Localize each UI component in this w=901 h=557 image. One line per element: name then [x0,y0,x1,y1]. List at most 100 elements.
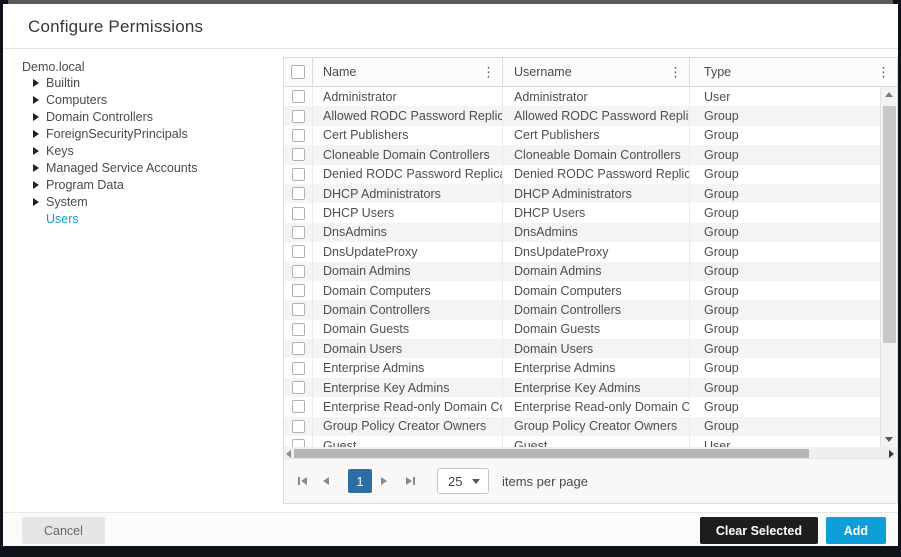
cell-type: Group [704,283,739,298]
cell-username: Enterprise Read-only Domain Co... [503,397,690,417]
cell-username: Administrator [503,87,690,107]
expand-caret-icon[interactable] [33,129,39,138]
column-header-name[interactable]: Name ⋮ [313,58,503,86]
table-row[interactable]: DHCP Users DHCP Users Group [284,203,880,223]
table-row[interactable]: Denied RODC Password Replicati... Denied… [284,164,880,184]
column-menu-icon[interactable]: ⋮ [482,66,495,79]
table-row[interactable]: DnsAdmins DnsAdmins Group [284,222,880,243]
cell-username: Domain Controllers [503,300,690,320]
expand-caret-icon[interactable] [33,95,39,104]
row-checkbox[interactable] [291,381,305,395]
tree-item-program-data[interactable]: Program Data [33,176,283,193]
row-checkbox[interactable] [291,167,305,181]
tree-item-label: Computers [46,92,108,107]
table-row[interactable]: Cloneable Domain Controllers Cloneable D… [284,145,880,165]
tree-item-users[interactable]: Users [33,210,283,227]
cell-type: Group [704,206,739,221]
row-checkbox[interactable] [291,361,305,375]
table-row[interactable]: Enterprise Key Admins Enterprise Key Adm… [284,377,880,398]
cell-username: Allowed RODC Password Replica... [503,106,690,126]
expand-caret-icon[interactable] [33,163,39,172]
cell-username: Guest [503,436,690,447]
table-row[interactable]: Guest Guest User [284,436,880,447]
row-checkbox[interactable] [291,225,305,239]
tree-item-managed-service-accounts[interactable]: Managed Service Accounts [33,159,283,176]
cell-name: Domain Admins [313,261,503,281]
dialog-title: Configure Permissions [28,17,204,36]
add-button[interactable]: Add [825,517,886,544]
expand-caret-icon[interactable] [33,112,39,121]
prev-page-button[interactable] [323,477,339,485]
items-per-page-label: items per page [502,473,588,489]
row-checkbox[interactable] [291,342,305,356]
cell-username: Enterprise Key Admins [503,377,690,398]
expand-caret-icon[interactable] [33,180,39,189]
row-checkbox-cell [284,319,313,340]
table-row[interactable]: DnsUpdateProxy DnsUpdateProxy Group [284,242,880,262]
select-all-checkbox[interactable] [291,65,305,79]
column-menu-icon[interactable]: ⋮ [669,66,682,79]
expand-caret-icon[interactable] [33,78,39,87]
row-checkbox[interactable] [291,322,305,336]
first-page-button[interactable] [298,477,314,485]
current-page-button[interactable]: 1 [348,469,372,493]
table-row[interactable]: Domain Guests Domain Guests Group [284,319,880,340]
row-checkbox[interactable] [291,303,305,317]
row-checkbox-cell [284,416,313,437]
cancel-button[interactable]: Cancel [22,517,105,544]
expand-caret-icon[interactable] [33,146,39,155]
tree-item-builtin[interactable]: Builtin [33,74,283,91]
tree-item-keys[interactable]: Keys [33,142,283,159]
scroll-right-icon[interactable] [889,450,894,458]
column-menu-icon[interactable]: ⋮ [877,66,890,79]
cell-type: Group [704,109,739,124]
scroll-left-icon[interactable] [286,450,291,458]
tree-item-foreignsecurityprincipals[interactable]: ForeignSecurityPrincipals [33,125,283,142]
tree-root-demo-local[interactable]: Demo.local [22,60,283,74]
row-checkbox[interactable] [291,264,305,278]
horizontal-scrollbar-thumb[interactable] [294,449,809,458]
column-header-type[interactable]: Type ⋮ [690,58,897,86]
cell-type: Group [704,380,739,395]
cell-username: Enterprise Admins [503,358,690,378]
next-page-button[interactable] [381,477,397,485]
table-row[interactable]: Allowed RODC Password Replica... Allowed… [284,106,880,126]
row-checkbox[interactable] [291,128,305,142]
table-row[interactable]: Enterprise Admins Enterprise Admins Grou… [284,358,880,378]
last-page-button[interactable] [406,477,422,485]
row-checkbox[interactable] [291,109,305,123]
row-checkbox[interactable] [291,284,305,298]
table-row[interactable]: Domain Users Domain Users Group [284,339,880,359]
configure-permissions-dialog: Configure Permissions Demo.local Builtin… [3,4,898,546]
row-checkbox[interactable] [291,400,305,414]
table-row[interactable]: DHCP Administrators DHCP Administrators … [284,183,880,204]
row-checkbox[interactable] [291,206,305,220]
row-checkbox[interactable] [291,148,305,162]
table-row[interactable]: Domain Computers Domain Computers Group [284,280,880,301]
table-row[interactable]: Enterprise Read-only Domain Co... Enterp… [284,397,880,417]
table-row[interactable]: Domain Controllers Domain Controllers Gr… [284,300,880,320]
row-checkbox-cell [284,125,313,146]
table-row[interactable]: Group Policy Creator Owners Group Policy… [284,416,880,437]
row-checkbox[interactable] [291,187,305,201]
table-row[interactable]: Cert Publishers Cert Publishers Group [284,125,880,146]
row-checkbox[interactable] [291,439,305,447]
tree-item-computers[interactable]: Computers [33,91,283,108]
tree-item-domain-controllers[interactable]: Domain Controllers [33,108,283,125]
page-size-select[interactable]: 25 [437,468,489,494]
vertical-scrollbar-thumb[interactable] [883,106,896,343]
table-row[interactable]: Domain Admins Domain Admins Group [284,261,880,281]
scroll-down-icon[interactable] [885,437,893,442]
scroll-up-icon[interactable] [885,92,893,97]
clear-selected-button[interactable]: Clear Selected [699,517,818,544]
row-checkbox-cell [284,377,313,398]
tree-item-label: System [46,194,88,209]
vertical-scrollbar[interactable] [880,87,897,447]
column-header-username[interactable]: Username ⋮ [503,58,690,86]
expand-caret-icon[interactable] [33,197,39,206]
table-row[interactable]: Administrator Administrator User [284,87,880,107]
row-checkbox[interactable] [291,419,305,433]
tree-item-system[interactable]: System [33,193,283,210]
row-checkbox[interactable] [291,90,305,104]
row-checkbox[interactable] [291,245,305,259]
